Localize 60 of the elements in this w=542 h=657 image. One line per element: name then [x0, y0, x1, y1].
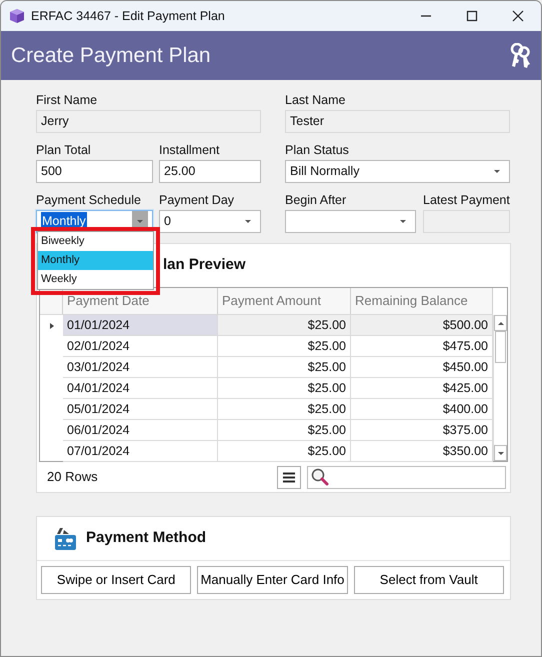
text-field[interactable]: 500 — [36, 160, 153, 183]
section-title: lan Preview — [163, 255, 246, 276]
menu-icon — [283, 472, 295, 482]
field-label: Latest Payment — [423, 192, 510, 208]
menu-button[interactable] — [277, 466, 301, 488]
card-icon — [55, 527, 76, 550]
column-header[interactable]: Payment Amount — [218, 288, 351, 314]
table-cell: $25.00 — [218, 420, 351, 441]
table-cell: $400.00 — [351, 399, 493, 420]
window-title: ERFAC 34467 - Edit Payment Plan — [31, 8, 225, 25]
column-header[interactable]: Remaining Balance — [351, 288, 493, 314]
table-cell: $25.00 — [218, 315, 351, 336]
field-label: Begin After — [285, 192, 348, 208]
scroll-down-button[interactable] — [494, 445, 507, 461]
text-field[interactable]: 25.00 — [159, 160, 261, 183]
table-cell: $450.00 — [351, 357, 493, 378]
payment-option-button[interactable]: Select from Vault — [354, 566, 504, 594]
search-icon — [311, 468, 329, 486]
table-cell: 01/01/2024 — [63, 315, 218, 336]
table-cell: 05/01/2024 — [63, 399, 218, 420]
table-cell: $25.00 — [218, 357, 351, 378]
search-field[interactable] — [307, 466, 506, 488]
table-cell: $25.00 — [218, 399, 351, 420]
field-label: Last Name — [285, 92, 346, 108]
field-label: Plan Total — [36, 142, 92, 158]
table-cell: $25.00 — [218, 441, 351, 462]
table-cell: 06/01/2024 — [63, 420, 218, 441]
section-title: Payment Method — [86, 528, 206, 548]
table-cell: 04/01/2024 — [63, 378, 218, 399]
scrollbar-thumb[interactable] — [495, 331, 506, 363]
field-label: First Name — [36, 92, 98, 108]
table-cell: 03/01/2024 — [63, 357, 218, 378]
dropdown-field[interactable]: Bill Normally — [285, 160, 510, 183]
field-label: Payment Schedule — [36, 192, 142, 208]
table-cell: $350.00 — [351, 441, 493, 462]
app-icon — [9, 8, 25, 24]
table-cell: $425.00 — [351, 378, 493, 399]
close-icon — [512, 10, 524, 22]
table-cell: 07/01/2024 — [63, 441, 218, 462]
dropdown-option[interactable]: Weekly — [38, 270, 153, 289]
dropdown-option[interactable]: Biweekly — [38, 232, 153, 251]
table-cell: 02/01/2024 — [63, 336, 218, 357]
payment-option-button[interactable]: Manually Enter Card Info — [197, 566, 348, 594]
table-cell: $475.00 — [351, 336, 493, 357]
page-title: Create Payment Plan — [11, 42, 211, 69]
scroll-up-button[interactable] — [494, 315, 507, 331]
field-label: Installment — [159, 142, 220, 158]
field-label: Plan Status — [285, 142, 350, 158]
table-cell: $375.00 — [351, 420, 493, 441]
payment-option-button[interactable]: Swipe or Insert Card — [41, 566, 192, 594]
row-count: 20 Rows — [47, 468, 98, 486]
maximize-icon — [466, 10, 478, 22]
field-label: Payment Day — [159, 192, 236, 208]
dropdown-option[interactable]: Monthly — [38, 251, 153, 270]
table-cell: $500.00 — [351, 315, 493, 336]
table-cell: $25.00 — [218, 378, 351, 399]
table-cell: $25.00 — [218, 336, 351, 357]
dropdown-field[interactable]: 0 — [159, 210, 261, 233]
dropdown-field[interactable] — [285, 210, 416, 233]
keys-icon — [509, 42, 531, 68]
